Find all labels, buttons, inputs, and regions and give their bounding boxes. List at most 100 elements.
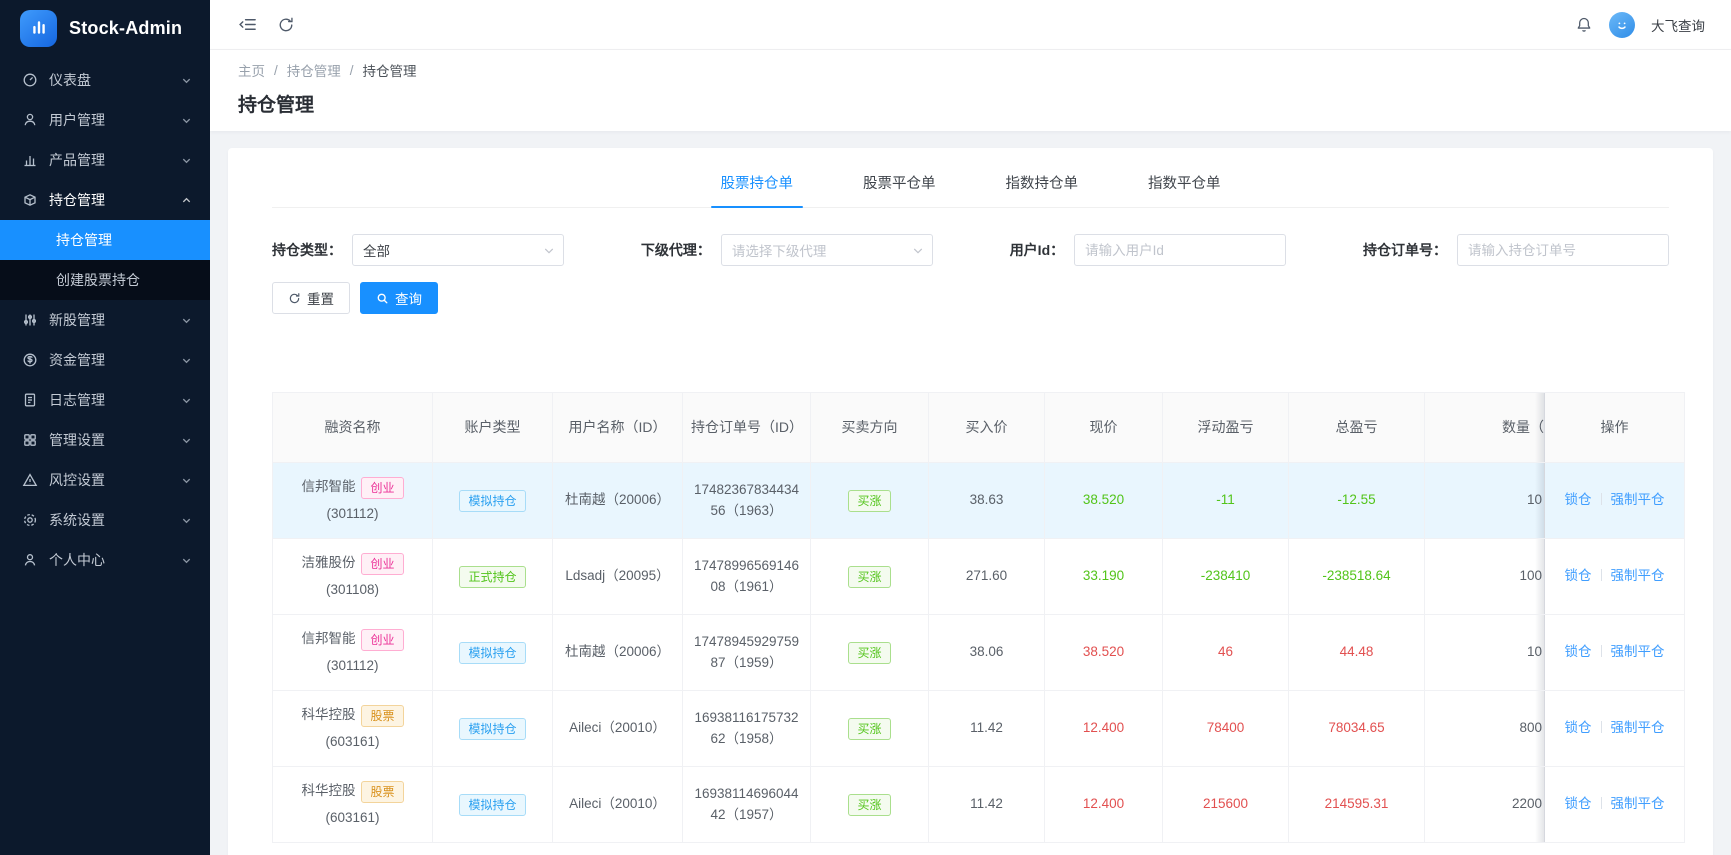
direction-tag: 买涨 [848, 641, 891, 664]
collapse-sidebar-icon[interactable] [238, 15, 257, 34]
username[interactable]: 大飞查询 [1651, 15, 1705, 35]
column-header: 买卖方向 [810, 392, 929, 463]
bell-icon[interactable] [1575, 16, 1593, 34]
user-name-id: 杜南越（20006） [564, 644, 671, 660]
buy-price: 11.42 [970, 796, 1003, 812]
sidebar-item-admin-settings[interactable]: 管理设置 [0, 420, 210, 460]
stock-name: 信邦智能 [301, 631, 356, 647]
sidebar-item-profile-center[interactable]: 个人中心 [0, 540, 210, 580]
direction-tag: 买涨 [848, 793, 891, 816]
chevron-down-icon [181, 75, 192, 86]
sidebar-item-log-management[interactable]: 日志管理 [0, 380, 210, 420]
force-close-link[interactable]: 强制平仓 [1611, 492, 1665, 507]
column-header: 用户名称（ID） [552, 392, 683, 463]
breadcrumb: 主页 / 持仓管理 / 持仓管理 [238, 60, 1703, 80]
topbar: 大飞查询 [210, 0, 1731, 50]
breadcrumb-position-management[interactable]: 持仓管理 [287, 60, 341, 80]
lock-position-link[interactable]: 锁仓 [1565, 796, 1592, 811]
reset-button[interactable]: 重置 [272, 282, 350, 314]
floating-pl: -238410 [1200, 568, 1251, 584]
sidebar-item-funds-management[interactable]: 资金管理 [0, 340, 210, 380]
search-icon [377, 293, 388, 303]
user-name-id: Aileci（20010） [569, 720, 666, 736]
sub-agent-select[interactable]: 请选择下级代理 [720, 234, 933, 266]
tab-index-closed[interactable]: 指数平仓单 [1146, 166, 1223, 207]
column-header: 现价 [1044, 392, 1163, 463]
buy-price: 11.42 [970, 720, 1003, 736]
account-type-tag: 正式持仓 [459, 565, 526, 588]
lock-position-link[interactable]: 锁仓 [1565, 644, 1592, 659]
refresh-icon[interactable] [277, 16, 295, 34]
reset-icon [289, 292, 300, 303]
total-pl: 214595.31 [1324, 796, 1389, 812]
breadcrumb-current: 持仓管理 [362, 64, 417, 79]
stock-code: (603161) [325, 809, 380, 825]
force-close-link[interactable]: 强制平仓 [1611, 796, 1665, 811]
position-type-select[interactable]: 全部 [352, 234, 564, 266]
page-title: 持仓管理 [238, 95, 315, 116]
sidebar-subitem-create-stock-position[interactable]: 创建股票持仓 [0, 260, 210, 300]
column-header: 账户类型 [432, 392, 553, 463]
chevron-down-icon [181, 435, 192, 446]
stock-name: 洁雅股份 [301, 555, 356, 571]
lock-position-link[interactable]: 锁仓 [1565, 568, 1592, 583]
current-price: 12.400 [1082, 720, 1125, 736]
sidebar-item-dashboard[interactable]: 仪表盘 [0, 60, 210, 100]
sidebar-item-new-stock-management[interactable]: 新股管理 [0, 300, 210, 340]
chevron-down-icon [181, 155, 192, 166]
sidebar-menu: 仪表盘 用户管理 产品管理 持仓管理 持仓管理 创建股票持仓 新股管理 资金管理… [0, 60, 210, 580]
sidebar-item-risk-settings[interactable]: 风控设置 [0, 460, 210, 500]
breadcrumb-home[interactable]: 主页 [238, 60, 265, 80]
force-close-link[interactable]: 强制平仓 [1611, 644, 1665, 659]
sidebar-subitem-position-management[interactable]: 持仓管理 [0, 220, 210, 260]
user-name-id: Ldsadj（20095） [565, 568, 670, 584]
order-no-input[interactable] [1456, 234, 1669, 266]
sidebar: Stock-Admin 仪表盘 用户管理 产品管理 持仓管理 持仓管理 创建股票… [0, 0, 210, 855]
tab-stock-positions[interactable]: 股票持仓单 [710, 166, 803, 208]
app-title: Stock-Admin [69, 17, 183, 38]
stock-code: (603161) [325, 733, 380, 749]
table-header-row: 融资名称 账户类型 用户名称（ID） 持仓订单号（ID） 买卖方向 买入价 现价… [272, 392, 1685, 463]
force-close-link[interactable]: 强制平仓 [1611, 568, 1665, 583]
current-price: 38.520 [1082, 644, 1125, 660]
floating-pl: 78400 [1206, 720, 1245, 736]
topbar-right: 大飞查询 [1575, 11, 1705, 38]
avatar[interactable] [1609, 11, 1635, 38]
content-card: 股票持仓单 股票平仓单 指数持仓单 指数平仓单 持仓类型： 全部 下级代理： 请… [228, 148, 1713, 855]
person-icon [22, 552, 38, 568]
chevron-down-icon [181, 315, 192, 326]
column-header: 融资名称 [272, 392, 433, 463]
search-button[interactable]: 查询 [360, 282, 438, 314]
sidebar-item-user-management[interactable]: 用户管理 [0, 100, 210, 140]
sidebar-item-position-management[interactable]: 持仓管理 [0, 180, 210, 220]
tab-stock-closed[interactable]: 股票平仓单 [861, 166, 938, 207]
board-tag: 创业 [361, 628, 404, 651]
user-id-input[interactable] [1074, 234, 1287, 266]
column-header: 浮动盈亏 [1162, 392, 1289, 463]
stock-name: 科华控股 [301, 707, 356, 723]
order-number: 1748236783443456（1963） [693, 481, 800, 518]
lock-position-link[interactable]: 锁仓 [1565, 720, 1592, 735]
chevron-down-icon [181, 355, 192, 366]
current-price: 33.190 [1082, 568, 1125, 584]
account-type-tag: 模拟持仓 [459, 489, 526, 512]
force-close-link[interactable]: 强制平仓 [1611, 720, 1665, 735]
direction-tag: 买涨 [848, 565, 891, 588]
floating-pl: 215600 [1202, 796, 1249, 812]
lock-position-link[interactable]: 锁仓 [1565, 492, 1592, 507]
dashboard-icon [22, 72, 38, 88]
sidebar-item-product-management[interactable]: 产品管理 [0, 140, 210, 180]
total-pl: 44.48 [1339, 644, 1374, 660]
account-type-tag: 模拟持仓 [459, 793, 526, 816]
total-pl: 78034.65 [1328, 720, 1385, 736]
sidebar-item-system-settings[interactable]: 系统设置 [0, 500, 210, 540]
quantity: 100 [1519, 568, 1542, 584]
column-header: 数量（ [1424, 392, 1545, 463]
stock-name: 科华控股 [301, 783, 356, 799]
chevron-down-icon [181, 395, 192, 406]
tab-index-positions[interactable]: 指数持仓单 [1004, 166, 1081, 207]
content-area: 股票持仓单 股票平仓单 指数持仓单 指数平仓单 持仓类型： 全部 下级代理： 请… [210, 131, 1731, 855]
action-divider [1600, 569, 1602, 582]
table-row: 科华控股 股票 (603161) 模拟持仓 Aileci（20010） 169381… [272, 690, 1685, 767]
board-tag: 创业 [361, 476, 404, 499]
